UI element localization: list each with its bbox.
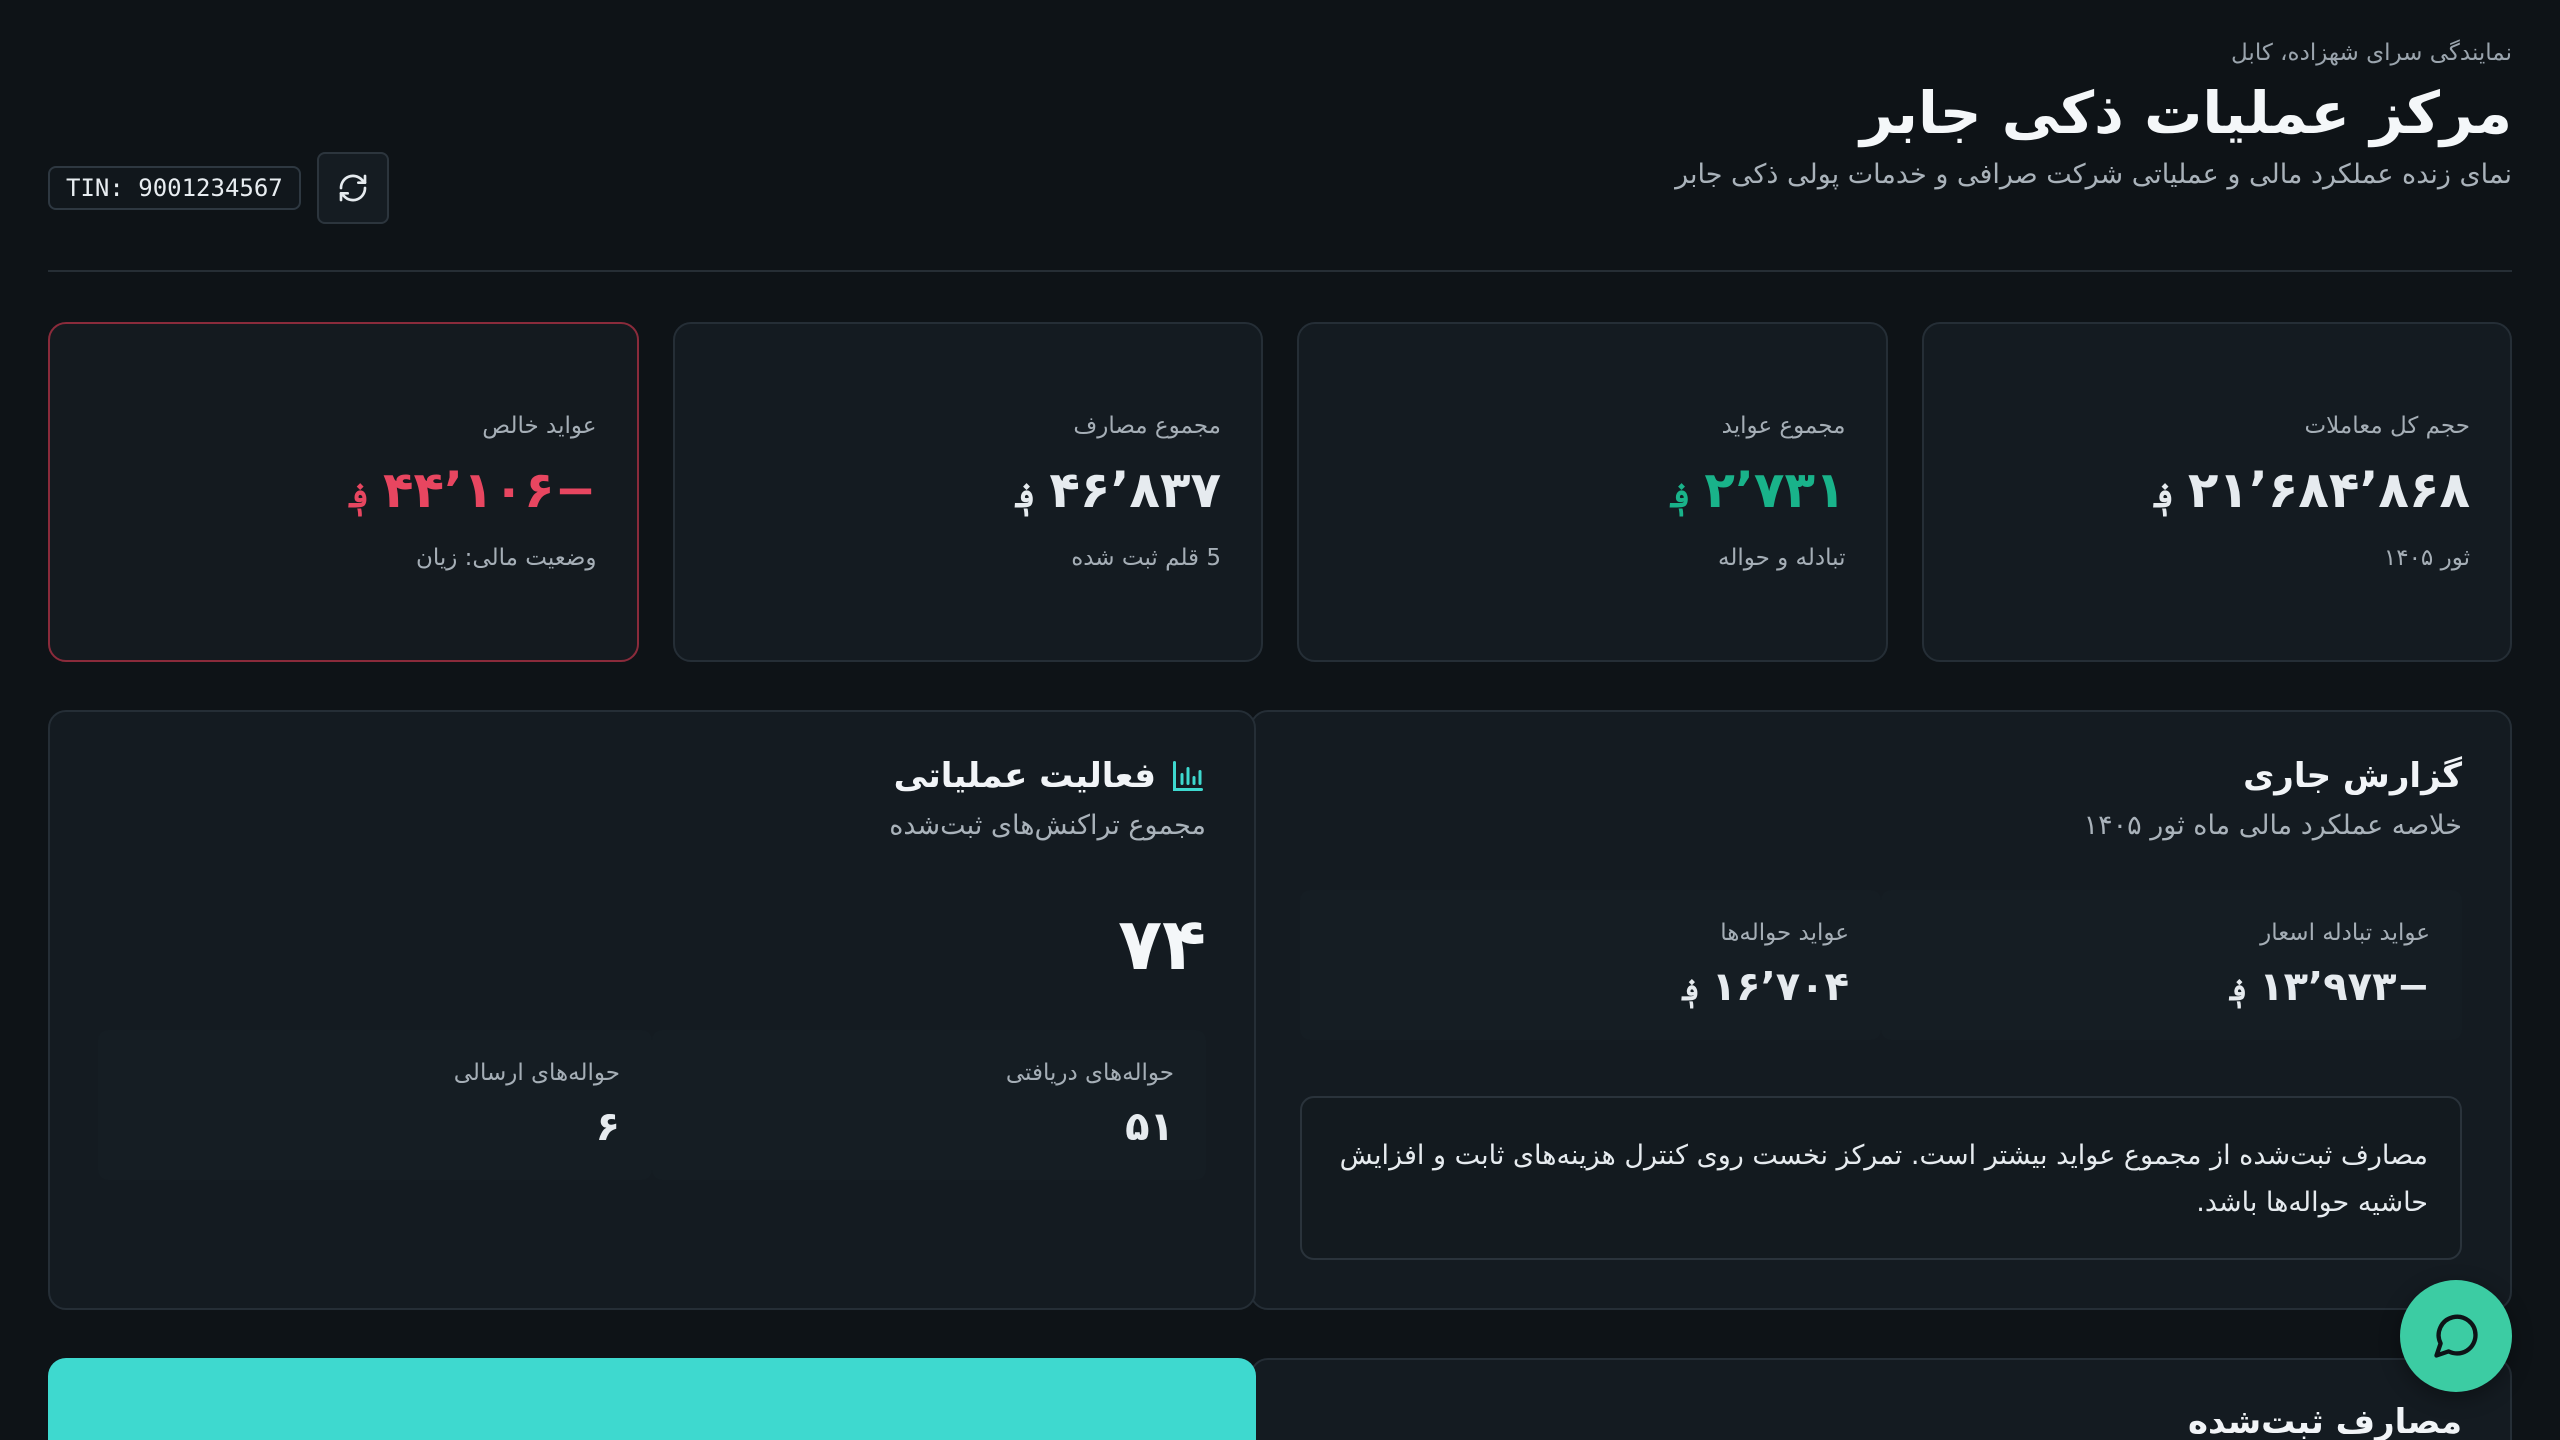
highlight-card — [48, 1358, 1256, 1440]
stat-amount: ۴۶٬۸۳۷ — [1049, 461, 1221, 519]
stat-note: 5 قلم ثبت شده — [1071, 545, 1221, 571]
activity-title-row: فعالیت عملیاتی — [889, 756, 1206, 796]
dashboard-page: نمایندگی سرای شهزاده، کابل مرکز عملیات ذ… — [0, 0, 2560, 1440]
stat-amount: ۲۱٬۶۸۴٬۸۶۸ — [2187, 461, 2470, 519]
header: نمایندگی سرای شهزاده، کابل مرکز عملیات ذ… — [48, 40, 2512, 224]
stat-note: تبادله و حواله — [1718, 545, 1846, 571]
metric-amount: ۱۶٬۷۰۴ — [1711, 964, 1849, 1010]
stat-value: −۴۴٬۱۰۶ ؋ — [349, 461, 596, 519]
currency-symbol: ؋ — [1015, 476, 1036, 516]
currency-symbol: ؋ — [349, 476, 369, 516]
page-title: مرکز عملیات ذکی جابر — [1860, 79, 2512, 147]
metric-label: حواله‌های دریافتی — [1005, 1060, 1174, 1086]
report-head: گزارش جاری خلاصه عملکرد مالی ماه ثور ۱۴۰… — [2084, 756, 2462, 841]
stat-card-net-revenue: عواید خالص −۴۴٬۱۰۶ ؋ وضعیت مالی: زیان — [48, 322, 639, 662]
metric-amount: −۱۳٬۹۷۳ — [2259, 964, 2430, 1010]
currency-symbol: ؋ — [1670, 476, 1691, 516]
stat-amount: −۴۴٬۱۰۶ — [383, 461, 597, 519]
report-subtitle: خلاصه عملکرد مالی ماه ثور ۱۴۰۵ — [2083, 810, 2462, 841]
expenses-title: مصارف ثبت‌شده — [2187, 1402, 2462, 1440]
activity-head: فعالیت عملیاتی مجموع تراکنش‌های ثبت‌شده — [889, 756, 1206, 841]
report-insight-note: مصارف ثبت‌شده از مجموع عواید بیشتر است. … — [1300, 1096, 2462, 1260]
currency-symbol: ؋ — [1682, 973, 1700, 1008]
metric-value: ۶ — [595, 1104, 620, 1150]
header-divider — [48, 270, 2512, 272]
tin-badge: TIN: 9001234567 — [48, 166, 301, 210]
chat-bubble-icon — [2434, 1314, 2478, 1358]
stat-value: ۴۶٬۸۳۷ ؋ — [1015, 461, 1221, 519]
metric-label: عواید تبادله اسعار — [2260, 920, 2430, 946]
activity-subtitle: مجموع تراکنش‌های ثبت‌شده — [889, 810, 1206, 841]
expenses-head: مصارف ثبت‌شده — [2188, 1402, 2462, 1440]
metric-label: عواید حواله‌ها — [1720, 920, 1849, 946]
header-text: نمایندگی سرای شهزاده، کابل مرکز عملیات ذ… — [1675, 40, 2512, 190]
report-metrics: عواید تبادله اسعار −۱۳٬۹۷۳ ؋ عواید حواله… — [1300, 890, 2462, 1040]
stat-card-total-volume: حجم کل معاملات ۲۱٬۶۸۴٬۸۶۸ ؋ ثور ۱۴۰۵ — [1921, 322, 2512, 662]
metric-label: حواله‌های ارسالی — [453, 1060, 620, 1086]
stat-note: ثور ۱۴۰۵ — [2383, 545, 2470, 571]
bar-chart-icon — [1173, 761, 1203, 791]
stat-label: عواید خالص — [482, 413, 597, 439]
stat-label: مجموع مصارف — [1073, 413, 1221, 439]
refresh-icon — [339, 174, 367, 202]
metric-value: ۵۱ — [1125, 1104, 1174, 1150]
header-actions: TIN: 9001234567 — [48, 152, 389, 224]
activity-metrics: حواله‌های دریافتی ۵۱ حواله‌های ارسالی ۶ — [98, 1030, 1206, 1180]
currency-symbol: ؋ — [2153, 476, 2174, 516]
stat-label: حجم کل معاملات — [2304, 413, 2470, 439]
remittance-revenue-metric: عواید حواله‌ها ۱۶٬۷۰۴ ؋ — [1300, 890, 1881, 1040]
stat-label: مجموع عواید — [1721, 413, 1846, 439]
recorded-expenses-panel: مصارف ثبت‌شده — [1250, 1358, 2512, 1440]
stat-value: ۲۱٬۶۸۴٬۸۶۸ ؋ — [2154, 461, 2470, 519]
total-transactions-count: ۷۴ — [1118, 902, 1206, 986]
current-report-panel: گزارش جاری خلاصه عملکرد مالی ماه ثور ۱۴۰… — [1250, 710, 2512, 1310]
stat-card-total-revenue: مجموع عواید ۲٬۷۳۱ ؋ تبادله و حواله — [1297, 322, 1888, 662]
stat-cards: حجم کل معاملات ۲۱٬۶۸۴٬۸۶۸ ؋ ثور ۱۴۰۵ مجم… — [48, 322, 2512, 662]
metric-value: ۱۶٬۷۰۴ ؋ — [1332, 964, 1849, 1010]
received-remittances-metric: حواله‌های دریافتی ۵۱ — [652, 1030, 1206, 1180]
stat-card-total-expenses: مجموع مصارف ۴۶٬۸۳۷ ؋ 5 قلم ثبت شده — [672, 322, 1263, 662]
fx-revenue-metric: عواید تبادله اسعار −۱۳٬۹۷۳ ؋ — [1881, 890, 2462, 1040]
refresh-button[interactable] — [316, 152, 389, 224]
operational-activity-panel: فعالیت عملیاتی مجموع تراکنش‌های ثبت‌شده … — [48, 710, 1256, 1310]
metric-value: −۱۳٬۹۷۳ ؋ — [1913, 964, 2430, 1010]
stat-value: ۲٬۷۳۱ ؋ — [1671, 461, 1846, 519]
activity-title: فعالیت عملیاتی — [893, 756, 1156, 796]
page-subtitle: نمای زنده عملکرد مالی و عملیاتی شرکت صرا… — [1675, 158, 2512, 190]
sent-remittances-metric: حواله‌های ارسالی ۶ — [98, 1030, 652, 1180]
report-title: گزارش جاری — [2243, 756, 2462, 796]
stat-amount: ۲٬۷۳۱ — [1704, 461, 1846, 519]
stat-note: وضعیت مالی: زیان — [415, 545, 597, 571]
currency-symbol: ؋ — [2229, 973, 2248, 1008]
chat-button[interactable] — [2400, 1280, 2512, 1392]
branch-location: نمایندگی سرای شهزاده، کابل — [2231, 40, 2512, 66]
